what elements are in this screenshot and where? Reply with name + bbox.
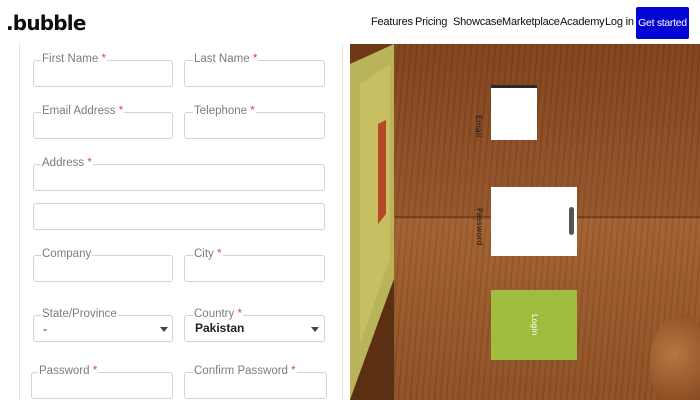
get-started-button[interactable]: Get started	[636, 7, 689, 39]
address-line-2-input[interactable]	[33, 203, 325, 230]
confirm-password-label: Confirm Password *	[193, 365, 297, 378]
telephone-label: Telephone *	[193, 105, 256, 118]
scene-side-wall	[350, 44, 394, 400]
scene-login-button[interactable]: Login	[491, 290, 577, 360]
form-divider-left	[19, 44, 20, 400]
eye-icon[interactable]	[569, 207, 574, 235]
nav-link-pricing[interactable]: Pricing	[415, 16, 447, 28]
scene-password-label: Password	[475, 208, 484, 246]
form-divider-right	[342, 44, 343, 400]
nav-link-showcase[interactable]: Showcase	[453, 16, 502, 28]
nav-link-login[interactable]: Log in	[605, 16, 634, 28]
first-name-label: First Name *	[41, 53, 107, 66]
scene-email-field[interactable]	[491, 85, 537, 140]
country-value: Pakistan	[195, 321, 245, 335]
chevron-down-icon[interactable]	[160, 327, 168, 332]
email-address-label: Email Address *	[41, 105, 125, 118]
last-name-label: Last Name *	[193, 53, 259, 66]
company-label: Company	[41, 248, 93, 261]
scene-login-label: Login	[530, 314, 539, 336]
nav-link-features[interactable]: Features	[371, 16, 413, 28]
bubble-logo[interactable]: .bubble	[6, 11, 86, 35]
country-label: Country *	[193, 308, 243, 321]
state-province-value: -	[43, 322, 47, 336]
signup-form: First Name * Last Name * Email Address *…	[0, 44, 350, 400]
state-province-label: State/Province	[41, 308, 118, 321]
city-label: City *	[193, 248, 223, 261]
top-navigation-bar: .bubble Features Pricing Showcase Market…	[0, 0, 700, 44]
nav-link-marketplace[interactable]: Marketplace	[502, 16, 560, 28]
scene-email-label: Email	[474, 115, 483, 138]
password-label: Password *	[38, 365, 99, 378]
nav-link-academy[interactable]: Academy	[560, 16, 605, 28]
scene-password-field[interactable]	[491, 187, 577, 256]
address-label: Address *	[41, 157, 93, 170]
chevron-down-icon[interactable]	[311, 327, 319, 332]
